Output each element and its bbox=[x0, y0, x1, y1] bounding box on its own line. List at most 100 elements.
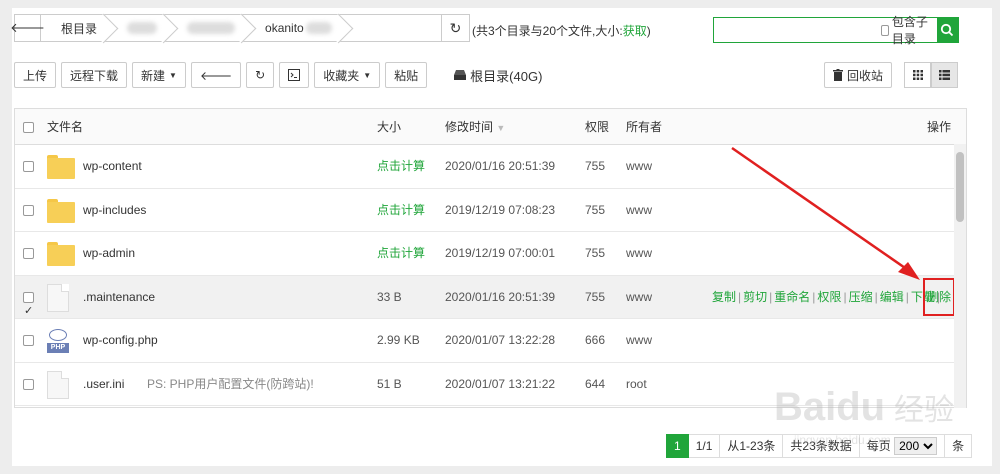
file-perm[interactable]: 644 bbox=[585, 363, 605, 406]
copy-link[interactable]: 复制 bbox=[712, 290, 736, 304]
file-perm[interactable]: 755 bbox=[585, 232, 605, 275]
file-perm[interactable]: 755 bbox=[585, 145, 605, 188]
breadcrumb: 🡐 根目录 okanito ↻ bbox=[10, 14, 470, 42]
watermark-logo: Baidu 经验 jingyan.baidu.com bbox=[774, 385, 954, 447]
back-dir-button[interactable]: 🡐 bbox=[190, 62, 242, 88]
back-button[interactable]: 🡐 bbox=[10, 15, 45, 41]
breadcrumb-root[interactable]: 根目录 bbox=[41, 15, 107, 41]
row-checkbox[interactable] bbox=[23, 378, 34, 390]
row-checkbox[interactable] bbox=[23, 204, 34, 216]
file-name[interactable]: .maintenance bbox=[83, 276, 155, 319]
file-icon bbox=[47, 283, 69, 312]
refresh-icon: ↻ bbox=[449, 19, 462, 36]
row-select-cell[interactable] bbox=[23, 189, 34, 232]
include-subdir-option[interactable]: 包含子目录 bbox=[881, 15, 937, 46]
upload-button[interactable]: 上传 bbox=[14, 62, 57, 88]
new-dropdown-button[interactable]: 新建 ▼ bbox=[132, 62, 186, 88]
disk-selector[interactable]: 根目录(40G) bbox=[454, 62, 542, 88]
page-current[interactable]: 1 bbox=[666, 434, 689, 458]
grid-icon bbox=[912, 70, 923, 80]
table-row[interactable]: wp-includes 点击计算 2019/12/19 07:08:23 755… bbox=[15, 189, 966, 232]
file-name[interactable]: wp-config.php bbox=[83, 319, 158, 362]
file-owner[interactable]: www bbox=[626, 232, 652, 275]
folder-icon bbox=[47, 197, 75, 225]
file-name[interactable]: .user.ini bbox=[83, 363, 124, 406]
file-owner[interactable]: www bbox=[626, 145, 652, 188]
file-mtime: 2019/12/19 07:00:01 bbox=[445, 246, 556, 260]
search-button[interactable] bbox=[936, 18, 958, 42]
file-name[interactable]: wp-content bbox=[83, 145, 142, 188]
calc-size-link[interactable]: 点击计算 bbox=[377, 189, 425, 232]
file-size: 33 B bbox=[377, 289, 402, 304]
file-owner[interactable]: root bbox=[626, 363, 647, 406]
file-name[interactable]: wp-includes bbox=[83, 189, 146, 232]
file-name[interactable]: wp-admin bbox=[83, 232, 135, 275]
file-perm[interactable]: 666 bbox=[585, 319, 605, 362]
file-owner[interactable]: www bbox=[626, 319, 652, 362]
favorites-dropdown-button[interactable]: 收藏夹 ▼ bbox=[314, 62, 381, 88]
caret-down-icon: ▼ bbox=[169, 70, 177, 80]
file-perm[interactable]: 755 bbox=[585, 189, 605, 232]
col-header-mtime[interactable]: 修改时间 ▼ bbox=[445, 109, 505, 145]
table-row-selected[interactable]: .maintenance 33 B 2020/01/16 20:51:39 75… bbox=[15, 275, 966, 333]
row-select-cell[interactable] bbox=[23, 319, 34, 362]
permission-link[interactable]: 权限 bbox=[817, 290, 841, 304]
php-file-icon: PHP bbox=[47, 327, 69, 355]
file-owner[interactable]: www bbox=[626, 189, 652, 232]
calc-size-link[interactable]: 点击计算 bbox=[377, 232, 425, 275]
file-perm[interactable]: 755 bbox=[585, 276, 605, 319]
row-select-cell[interactable] bbox=[23, 276, 34, 333]
table-row[interactable]: PHP wp-config.php 2.99 KB 2020/01/07 13:… bbox=[15, 319, 966, 363]
include-subdir-checkbox[interactable] bbox=[881, 24, 889, 36]
file-mtime: 2020/01/07 13:22:28 bbox=[445, 333, 556, 347]
row-checkbox[interactable] bbox=[23, 335, 34, 347]
compress-link[interactable]: 压缩 bbox=[849, 290, 873, 304]
refresh-path-button[interactable]: ↻ bbox=[441, 15, 469, 41]
delete-link[interactable]: 删除 bbox=[923, 277, 955, 316]
terminal-button[interactable] bbox=[279, 62, 310, 88]
row-checkbox[interactable] bbox=[23, 161, 34, 173]
rename-link[interactable]: 重命名 bbox=[774, 290, 810, 304]
table-header: 文件名 大小 修改时间 ▼ 权限 所有者 操作 bbox=[15, 109, 966, 145]
recycle-bin-button[interactable]: 回收站 bbox=[824, 62, 893, 88]
file-owner[interactable]: www bbox=[626, 276, 652, 319]
col-header-size[interactable]: 大小 bbox=[377, 109, 401, 145]
calculate-size-link[interactable]: 获取 bbox=[623, 24, 647, 38]
row-select-cell[interactable] bbox=[23, 145, 34, 188]
col-header-owner[interactable]: 所有者 bbox=[626, 109, 662, 145]
col-header-perm[interactable]: 权限 bbox=[585, 109, 609, 145]
row-select-cell[interactable] bbox=[23, 232, 34, 275]
table-scrollbar[interactable] bbox=[954, 144, 966, 408]
calc-size-link[interactable]: 点击计算 bbox=[377, 145, 425, 188]
breadcrumb-segment-3[interactable]: okanito bbox=[245, 15, 342, 41]
col-header-name[interactable]: 文件名 bbox=[47, 109, 83, 145]
row-checkbox[interactable] bbox=[23, 248, 34, 260]
table-row[interactable]: wp-content 点击计算 2020/01/16 20:51:39 755 … bbox=[15, 145, 966, 189]
grid-view-button[interactable] bbox=[904, 62, 931, 88]
page-count: 1/1 bbox=[688, 434, 721, 458]
scrollbar-thumb[interactable] bbox=[956, 152, 964, 222]
row-checkbox-checked[interactable] bbox=[23, 290, 34, 333]
view-switcher bbox=[904, 62, 958, 88]
arrow-left-icon: 🡐 bbox=[199, 68, 233, 83]
list-view-button[interactable] bbox=[931, 62, 958, 88]
col-header-ops: 操作 bbox=[927, 120, 952, 134]
terminal-icon bbox=[288, 69, 301, 81]
list-icon bbox=[939, 70, 950, 80]
arrow-left-icon: 🡐 bbox=[10, 20, 45, 35]
row-select-cell[interactable] bbox=[23, 363, 34, 406]
paste-button[interactable]: 粘贴 bbox=[385, 62, 428, 88]
refresh-button[interactable]: ↻ bbox=[246, 62, 275, 88]
sort-down-icon: ▼ bbox=[496, 123, 506, 133]
select-all-checkbox[interactable] bbox=[23, 122, 34, 134]
remote-download-button[interactable]: 远程下载 bbox=[61, 62, 128, 88]
select-all-cell[interactable] bbox=[23, 109, 34, 145]
search-input[interactable] bbox=[714, 18, 881, 42]
redacted-text bbox=[127, 22, 158, 34]
file-icon bbox=[47, 370, 69, 399]
file-mtime: 2020/01/16 20:51:39 bbox=[445, 289, 556, 304]
edit-link[interactable]: 编辑 bbox=[880, 290, 904, 304]
cut-link[interactable]: 剪切 bbox=[743, 290, 767, 304]
redacted-text bbox=[305, 22, 332, 34]
table-row[interactable]: wp-admin 点击计算 2019/12/19 07:00:01 755 ww… bbox=[15, 232, 966, 276]
